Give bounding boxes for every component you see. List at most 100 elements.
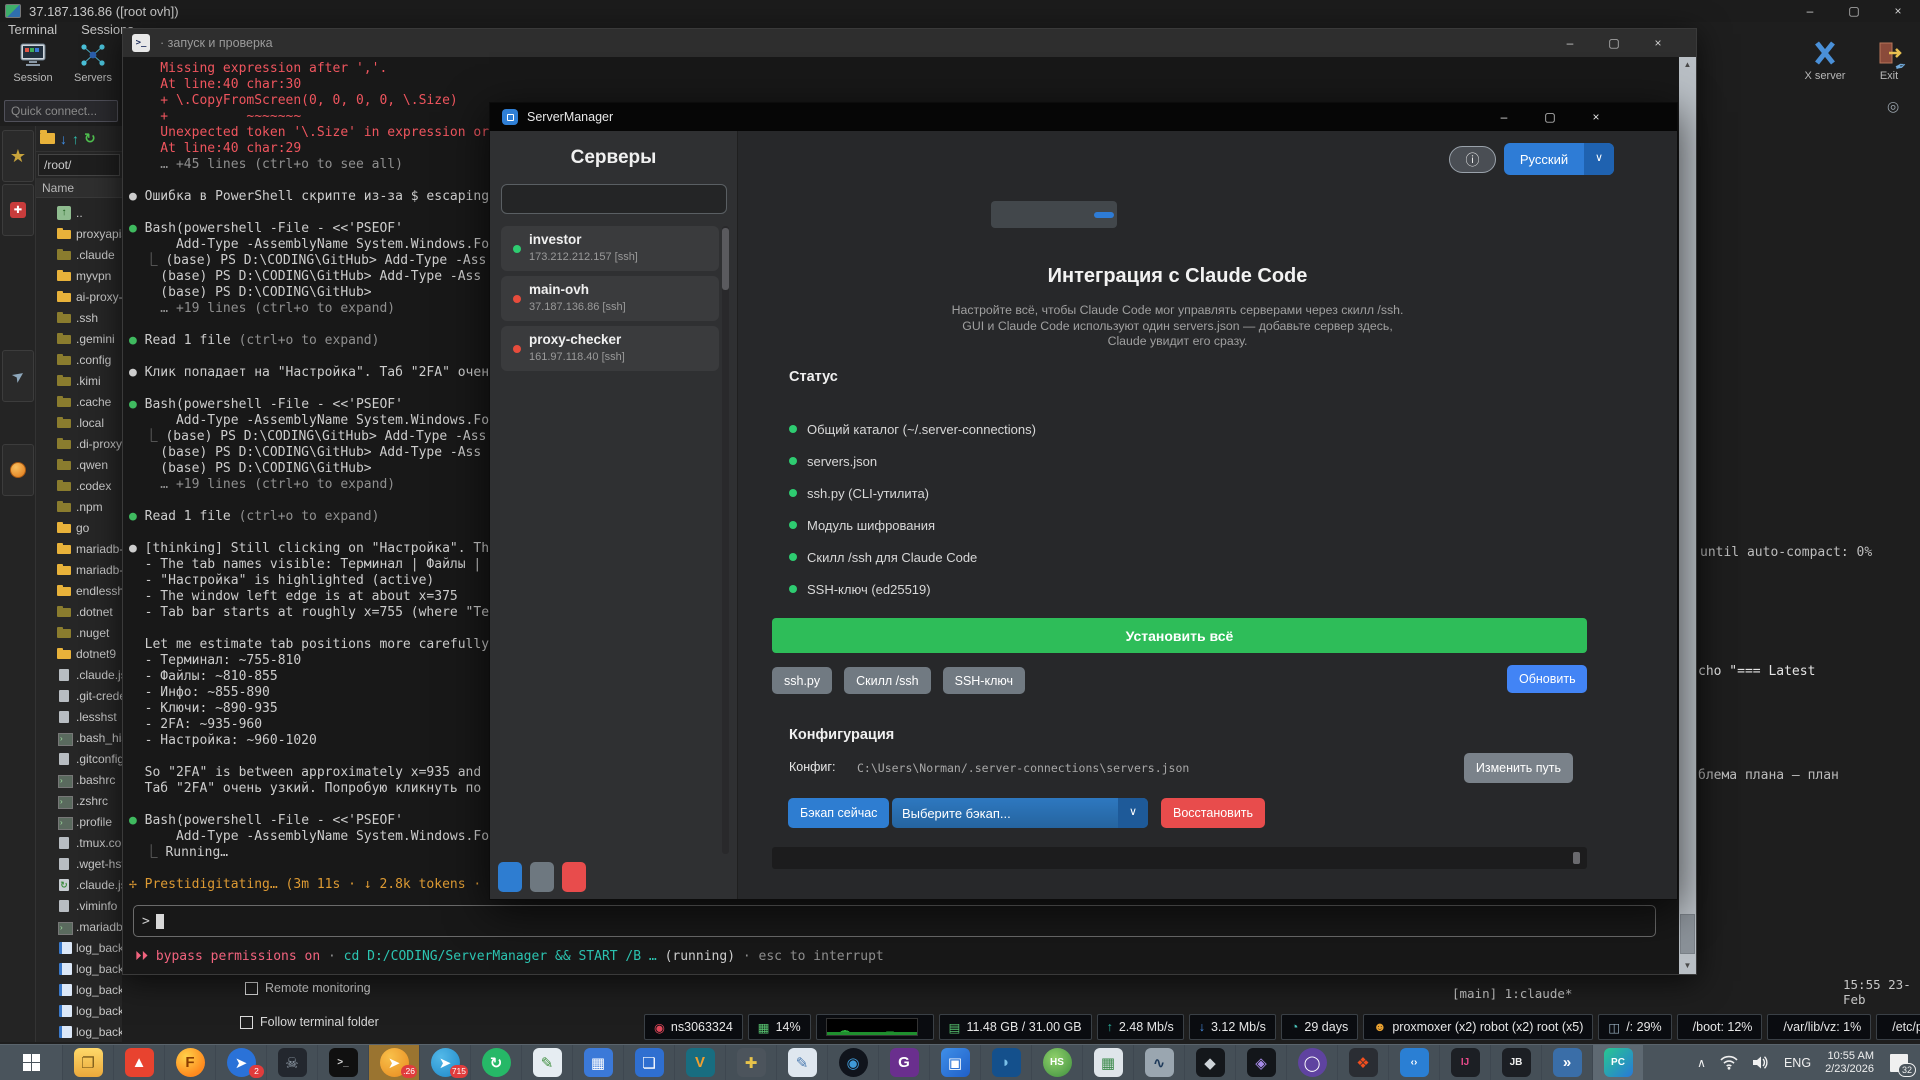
taskbar-icon-pycharm[interactable]: PC: [1592, 1045, 1643, 1080]
file-row-log_backu[interactable]: log_backu: [36, 1021, 122, 1042]
file-row-.mariadb_[interactable]: .mariadb_: [36, 916, 122, 937]
current-path[interactable]: /root/: [38, 154, 120, 176]
file-row-.kimi[interactable]: .kimi: [36, 370, 122, 391]
server-search-input[interactable]: [501, 184, 727, 214]
file-row-endlessh[interactable]: endlessh: [36, 580, 122, 601]
file-row-myvpn[interactable]: myvpn: [36, 265, 122, 286]
file-row-.nuget[interactable]: .nuget: [36, 622, 122, 643]
backup-select[interactable]: Выберите бэкап... ∨: [892, 798, 1148, 828]
taskbar-icon-notepad[interactable]: ✎: [776, 1045, 827, 1080]
taskbar-icon-cmd-terminal[interactable]: >_: [317, 1045, 368, 1080]
taskbar-icon-telegram[interactable]: ➤ 715: [419, 1045, 470, 1080]
file-row-mariadb-i[interactable]: mariadb-i: [36, 538, 122, 559]
close-icon[interactable]: ×: [1636, 29, 1680, 57]
taskbar-icon-visual-studio[interactable]: ◈: [1235, 1045, 1286, 1080]
taskbar-icon-gnome-doc[interactable]: G: [878, 1045, 929, 1080]
file-row-.zshrc[interactable]: .zshrc: [36, 790, 122, 811]
taskbar-icon-v-tool[interactable]: V: [674, 1045, 725, 1080]
close-icon[interactable]: ×: [1876, 0, 1920, 22]
quick-install-button[interactable]: ssh.py: [772, 667, 832, 694]
server-manager-titlebar[interactable]: ServerManager – ▢ ×: [490, 103, 1677, 131]
taskbar-icon-thunderbird[interactable]: ➤ 2: [215, 1045, 266, 1080]
x-server-button[interactable]: X server: [1802, 40, 1848, 82]
quick-connect-input[interactable]: [4, 100, 118, 122]
taskbar-icon-proxy-tool[interactable]: ☠: [266, 1045, 317, 1080]
backup-now-button[interactable]: Бэкап сейчас: [788, 798, 889, 828]
scrollbar-thumb[interactable]: [1573, 852, 1580, 864]
bookmarks-button[interactable]: ★: [2, 130, 34, 182]
tools-button[interactable]: ✚: [2, 184, 34, 236]
close-icon[interactable]: ×: [1573, 103, 1619, 131]
download-icon[interactable]: ↓: [60, 131, 67, 147]
maximize-icon[interactable]: ▢: [1832, 0, 1876, 22]
server-list-item-proxy-checker[interactable]: proxy-checker 161.97.118.40 [ssh]: [501, 326, 719, 371]
taskbar-icon-figma[interactable]: ❖: [1337, 1045, 1388, 1080]
send-button[interactable]: ➤: [2, 350, 34, 402]
server-list-scrollbar[interactable]: [722, 226, 729, 854]
record-icon[interactable]: ◎: [1887, 98, 1899, 115]
taskbar-icon-photos[interactable]: ▣: [929, 1045, 980, 1080]
file-row-.gitconfig[interactable]: .gitconfig: [36, 748, 122, 769]
file-row-.tmux.con[interactable]: .tmux.con: [36, 832, 122, 853]
scroll-down-icon[interactable]: ▼: [1679, 958, 1696, 974]
refresh-icon[interactable]: ↻: [84, 130, 96, 147]
file-row-.claude.js[interactable]: .claude.js: [36, 874, 122, 895]
change-path-button[interactable]: Изменить путь: [1464, 753, 1573, 783]
file-row-.bash_his[interactable]: .bash_his: [36, 727, 122, 748]
file-row-.bashrc[interactable]: .bashrc: [36, 769, 122, 790]
restore-button[interactable]: Восстановить: [1161, 798, 1265, 828]
file-row-.npm[interactable]: .npm: [36, 496, 122, 517]
taskbar-icon-intellij[interactable]: IJ: [1439, 1045, 1490, 1080]
taskbar-icon-firefox[interactable]: F: [164, 1045, 215, 1080]
file-row-.dotnet[interactable]: .dotnet: [36, 601, 122, 622]
taskbar-icon-vscode[interactable]: ‹›: [1388, 1045, 1439, 1080]
session-button[interactable]: Session: [10, 42, 56, 84]
taskbar-icon-brave[interactable]: ▲: [113, 1045, 164, 1080]
claude-input-box[interactable]: >: [133, 905, 1656, 937]
file-row-.claude.js[interactable]: .claude.js: [36, 664, 122, 685]
web-button[interactable]: [2, 444, 34, 496]
taskbar-icon-github-desktop[interactable]: ◯: [1286, 1045, 1337, 1080]
taskbar-icon-dev-tools[interactable]: ✚: [725, 1045, 776, 1080]
taskbar-icon-cube-3d[interactable]: ◆: [1184, 1045, 1235, 1080]
server-action-button[interactable]: [562, 862, 586, 892]
update-button[interactable]: Обновить: [1507, 665, 1587, 693]
file-row-.gemini[interactable]: .gemini: [36, 328, 122, 349]
start-button[interactable]: [0, 1045, 62, 1080]
tray-clock[interactable]: 10:55 AM 2/23/2026: [1825, 1050, 1874, 1076]
file-row-.viminfo[interactable]: .viminfo: [36, 895, 122, 916]
maximize-icon[interactable]: ▢: [1592, 29, 1636, 57]
servers-button[interactable]: Servers: [70, 42, 116, 84]
file-row-log_backu[interactable]: log_backu: [36, 979, 122, 1000]
checkbox-icon[interactable]: [240, 1016, 253, 1029]
taskbar-icon-app-window[interactable]: ❏: [623, 1045, 674, 1080]
file-list-header[interactable]: Name: [36, 178, 122, 198]
scrollbar-thumb[interactable]: [1680, 914, 1695, 954]
taskbar-icon-jetbrains[interactable]: JB: [1490, 1045, 1541, 1080]
keyboard-language[interactable]: ENG: [1784, 1056, 1811, 1070]
quick-install-button[interactable]: Скилл /ssh: [844, 667, 930, 694]
taskbar-icon-sync[interactable]: ↻: [470, 1045, 521, 1080]
file-row-dotnet9[interactable]: dotnet9: [36, 643, 122, 664]
file-row-.local[interactable]: .local: [36, 412, 122, 433]
file-row-proxyapis[interactable]: proxyapis: [36, 223, 122, 244]
file-row-log_backu[interactable]: log_backu: [36, 958, 122, 979]
menu-item[interactable]: Terminal: [8, 22, 57, 40]
checkbox-icon[interactable]: [245, 982, 258, 995]
scroll-up-icon[interactable]: ▲: [1679, 57, 1696, 73]
file-row-.wget-hst[interactable]: .wget-hst: [36, 853, 122, 874]
file-row-.lesshst[interactable]: .lesshst: [36, 706, 122, 727]
upload-icon[interactable]: ↑: [72, 131, 79, 147]
remote-monitoring-option[interactable]: Remote monitoring: [245, 981, 371, 995]
install-all-button[interactable]: Установить всё: [772, 618, 1587, 653]
wifi-icon[interactable]: [1720, 1055, 1738, 1070]
taskbar-icon-notes[interactable]: ✎: [521, 1045, 572, 1080]
file-row-.git-crede[interactable]: .git-crede: [36, 685, 122, 706]
file-row-.ssh[interactable]: .ssh: [36, 307, 122, 328]
taskbar-icon-heidisql[interactable]: HS: [1031, 1045, 1082, 1080]
taskbar-icon-calculator[interactable]: ▦: [572, 1045, 623, 1080]
tray-chevron-icon[interactable]: ∧: [1697, 1056, 1706, 1070]
notifications-button[interactable]: 32: [1888, 1053, 1910, 1073]
terminal-titlebar[interactable]: >_ · запуск и проверка – ▢ ×: [123, 29, 1696, 57]
taskbar-icon-file-explorer[interactable]: ❐: [62, 1045, 113, 1080]
